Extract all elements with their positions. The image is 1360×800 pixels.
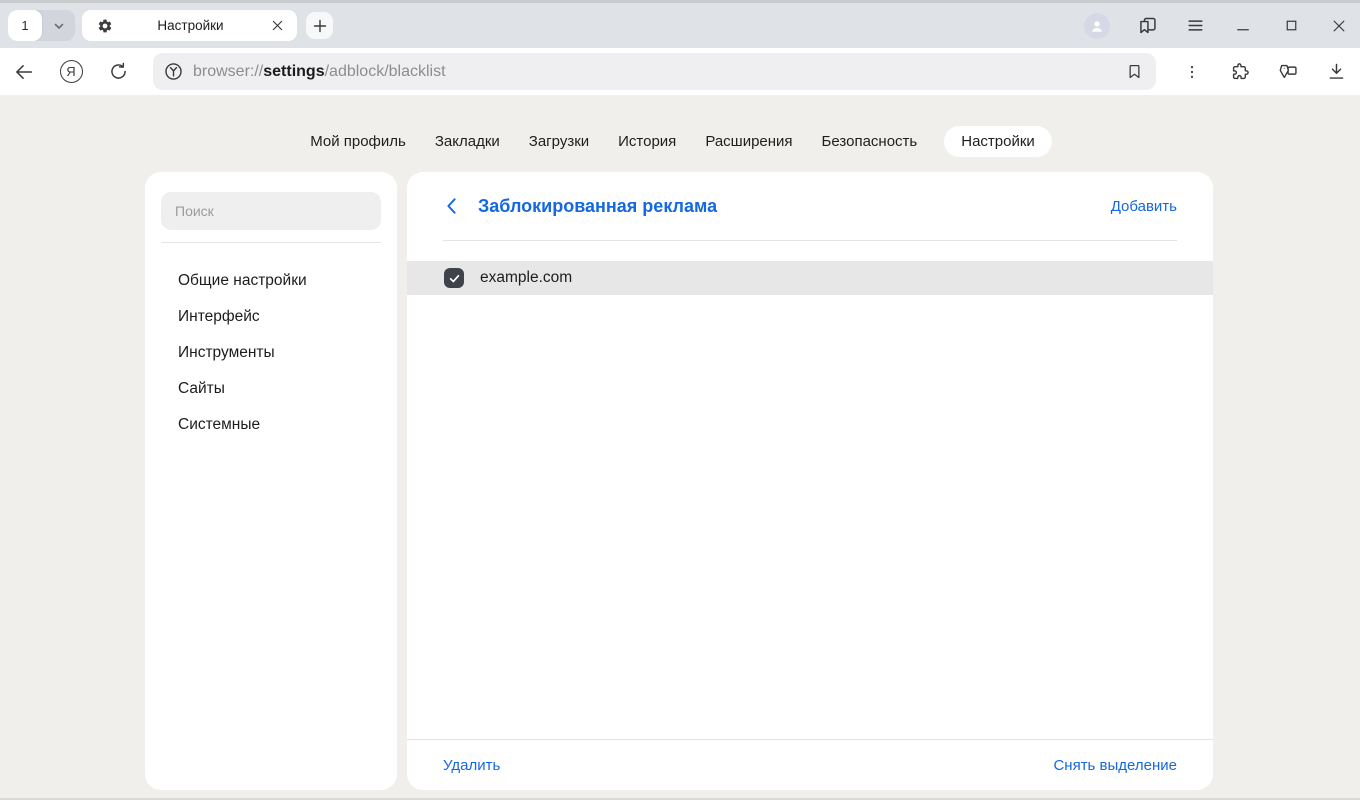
more-options-icon[interactable] [1180, 60, 1204, 84]
tab-group-button[interactable]: 1 [8, 10, 75, 41]
nav-downloads[interactable]: Загрузки [527, 126, 591, 157]
bookmarks-panel-icon[interactable] [1136, 15, 1158, 37]
back-chevron-icon[interactable] [443, 196, 459, 216]
add-button[interactable]: Добавить [1111, 198, 1177, 215]
sidebar-item-sites[interactable]: Сайты [145, 371, 397, 407]
nav-security[interactable]: Безопасность [820, 126, 920, 157]
domain-label: example.com [480, 269, 572, 287]
sidebar-item-tools[interactable]: Инструменты [145, 335, 397, 371]
menu-icon[interactable] [1184, 15, 1206, 37]
tab-strip: 1 Настройки [0, 0, 1360, 48]
downloads-icon[interactable] [1324, 60, 1348, 84]
back-icon[interactable] [12, 60, 36, 84]
browser-toolbar: Я browser://settings/adblock/blacklist [0, 48, 1360, 95]
blocked-ads-panel: Заблокированная реклама Добавить example… [407, 172, 1213, 790]
tab-title: Настройки [113, 18, 268, 33]
settings-sidebar: Общие настройки Интерфейс Инструменты Са… [145, 172, 397, 790]
content-header: Заблокированная реклама Добавить [443, 172, 1177, 241]
nav-my-profile[interactable]: Мой профиль [308, 126, 408, 157]
sidebar-item-interface[interactable]: Интерфейс [145, 299, 397, 335]
sidebar-item-system[interactable]: Системные [145, 407, 397, 443]
nav-extensions[interactable]: Расширения [703, 126, 794, 157]
reload-icon[interactable] [106, 60, 130, 84]
sidebar-items: Общие настройки Интерфейс Инструменты Са… [145, 263, 397, 443]
chevron-down-icon[interactable] [42, 20, 75, 32]
extensions-icon[interactable] [1228, 60, 1252, 84]
yandex-logo: Я [60, 60, 83, 83]
close-window-icon[interactable] [1328, 15, 1350, 37]
checkbox-checked[interactable] [444, 268, 464, 288]
profile-avatar[interactable] [1084, 13, 1110, 39]
address-bar[interactable]: browser://settings/adblock/blacklist [153, 53, 1156, 90]
window-controls [1084, 3, 1350, 48]
protect-icon [163, 61, 184, 82]
url-text: browser://settings/adblock/blacklist [193, 63, 1125, 81]
yandex-home-icon[interactable]: Я [59, 60, 83, 84]
nav-history[interactable]: История [616, 126, 678, 157]
sidebar-divider [161, 242, 381, 243]
bookmark-page-icon[interactable] [1125, 62, 1144, 81]
sidebar-item-general[interactable]: Общие настройки [145, 263, 397, 299]
close-tab-icon[interactable] [268, 17, 286, 35]
delete-button[interactable]: Удалить [443, 757, 500, 774]
settings-nav: Мой профиль Закладки Загрузки История Ра… [0, 126, 1360, 157]
nav-settings[interactable]: Настройки [944, 126, 1052, 157]
tab-settings[interactable]: Настройки [82, 10, 297, 41]
settings-page: Мой профиль Закладки Загрузки История Ра… [0, 95, 1360, 800]
gear-icon [97, 18, 113, 34]
tab-group-count: 1 [8, 10, 42, 41]
blacklist: example.com [407, 261, 1213, 295]
collections-icon[interactable] [1276, 60, 1300, 84]
deselect-button[interactable]: Снять выделение [1053, 757, 1177, 774]
maximize-icon[interactable] [1280, 15, 1302, 37]
page-title: Заблокированная реклама [478, 196, 717, 217]
search-input[interactable] [161, 192, 381, 230]
nav-bookmarks[interactable]: Закладки [433, 126, 502, 157]
list-item[interactable]: example.com [407, 261, 1213, 295]
minimize-icon[interactable] [1232, 15, 1254, 37]
new-tab-button[interactable] [306, 12, 333, 39]
selection-footer: Удалить Снять выделение [407, 739, 1213, 790]
